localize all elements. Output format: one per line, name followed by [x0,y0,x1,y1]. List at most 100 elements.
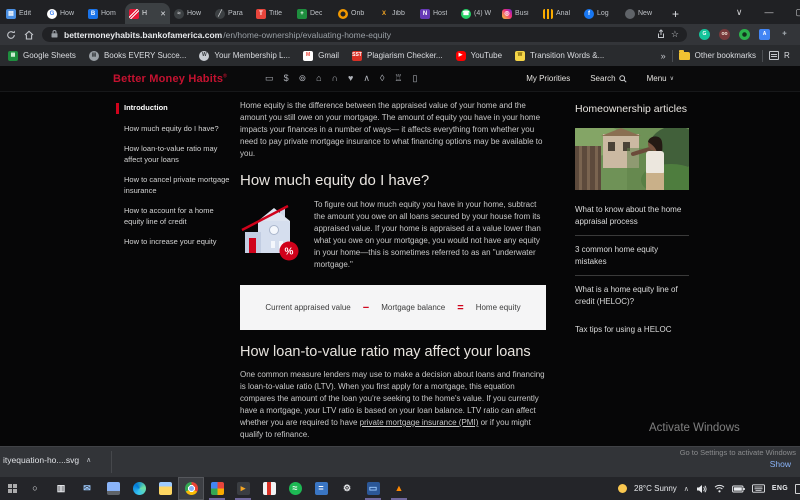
tab-close-icon[interactable]: ✕ [160,10,166,18]
weather-sun-icon[interactable] [618,484,627,493]
sidebar-article-link[interactable]: What to know about the home appraisal pr… [575,196,689,236]
graduation-cap-icon[interactable]: ∧ [363,74,370,83]
green-extension-icon[interactable] [739,29,750,40]
browser-tab[interactable]: Anal [539,3,580,24]
keyboard-icon[interactable] [752,484,765,493]
pmi-link[interactable]: private mortgage insurance (PMI) [360,418,479,427]
bookmark-item[interactable]: M Gmail [303,51,339,61]
maximize-button[interactable]: ▢ [795,7,800,18]
extensions-puzzle-icon[interactable]: ✚ [779,29,790,40]
browser-tab[interactable]: ≈ How [170,3,211,24]
toc-item[interactable]: How loan-to-value ratio may affect your … [116,144,230,165]
taskbar-app[interactable]: ○ [22,477,48,500]
toc-item[interactable]: How to increase your equity [116,237,230,248]
bookmark-item[interactable]: W Your Membership L... [199,51,290,61]
hand-heart-icon[interactable]: ♥ [348,74,353,83]
taskbar-app[interactable]: ▥ [48,477,74,500]
taskbar-app[interactable] [204,477,230,500]
home-icon[interactable] [24,30,34,40]
sidebar-article-link[interactable]: What is a home equity line of credit (HE… [575,276,689,315]
mail-icon: ✉ [81,482,94,495]
taskbar-app[interactable] [178,477,204,500]
translate-icon[interactable]: A [759,29,770,40]
browser-tab[interactable]: N Host [416,3,457,24]
browser-tab[interactable]: T Title [252,3,293,24]
taskbar-app[interactable] [256,477,282,500]
taskbar-app[interactable]: ▭ [360,477,386,500]
battery-icon[interactable] [732,485,745,493]
document-icon[interactable]: ▯ [413,74,418,83]
browser-tab[interactable]: f Log [580,3,621,24]
browser-tab[interactable]: + Dec [293,3,334,24]
taskbar-app[interactable] [100,477,126,500]
browser-tab[interactable]: H ✕ [125,3,170,24]
pencil-icon: ╱ [215,9,225,19]
browser-tab[interactable]: ╱ Para [211,3,252,24]
wifi-icon[interactable] [714,484,725,493]
toc-item[interactable]: How to cancel private mortgage insurance [116,175,230,196]
browser-tab[interactable]: New [621,3,662,24]
toc-item[interactable]: Introduction [116,103,230,114]
shield-icon[interactable]: ◊ [380,74,384,83]
grammarly-icon[interactable]: G [699,29,710,40]
start-button[interactable] [2,477,22,500]
browser-tab[interactable]: Onb [334,3,375,24]
taskbar-app[interactable] [126,477,152,500]
bookmark-star-icon[interactable]: ☆ [671,29,679,40]
extensions-row: Goo A ✚ [699,29,790,40]
mask-extension-icon[interactable]: oo [719,29,730,40]
home-icon[interactable]: ⌂ [316,74,321,83]
touch-keyboard-icon[interactable] [795,484,800,494]
bookmark-item[interactable]: ▦ Google Sheets [8,51,76,61]
taskbar-app[interactable]: ▲ [386,477,412,500]
toc-item[interactable]: How to account for a home equity line of… [116,206,230,227]
reload-icon[interactable] [6,30,16,40]
bookmarks-overflow-chevron[interactable]: » [661,51,666,61]
taskbar-app[interactable]: ≈ [282,477,308,500]
downloaded-file[interactable]: ityequation-ho....svg ∧ [3,455,91,465]
dollar-icon[interactable]: $ [284,74,289,83]
browser-tab[interactable]: B Hom [84,3,125,24]
taskbar-app[interactable]: = [308,477,334,500]
taskbar-app[interactable] [152,477,178,500]
article-photo[interactable] [575,128,689,190]
hidden-icons-chevron[interactable]: ∧ [684,485,689,493]
browser-tab[interactable]: ◎ Busi [498,3,539,24]
tab-search-chevron-icon[interactable]: ∨ [736,7,743,18]
toc-item[interactable]: How much equity do I have? [116,124,230,135]
taskbar-app[interactable]: ▸ [230,477,256,500]
sidebar-article-link[interactable]: 3 common home equity mistakes [575,236,689,276]
my-priorities-link[interactable]: My Priorities [526,74,570,83]
browser-tab[interactable]: ▤ Edit [2,3,43,24]
reading-list[interactable]: R [769,51,792,60]
browser-tab[interactable]: X Jibb [375,3,416,24]
search-button[interactable]: Search [590,74,626,83]
sidebar-article-link[interactable]: Tax tips for using a HELOC [575,316,689,344]
article-body: Home equity is the difference between th… [240,100,546,446]
language-indicator[interactable]: ENG [772,485,788,492]
credit-card-icon[interactable]: ▭ [265,74,274,83]
bookmark-item[interactable]: SST Plagiarism Checker... [352,51,443,61]
bookmark-item[interactable]: ▤ Books EVERY Succe... [89,51,186,61]
piggy-bank-icon[interactable]: ⊚ [299,74,307,83]
show-all-downloads-button[interactable]: Show [770,459,791,469]
minimize-button[interactable]: — [764,7,773,17]
bank-icon[interactable]: ♖ [394,74,402,83]
new-tab-button[interactable]: + [672,7,679,21]
bookmark-item[interactable]: ▶ YouTube [456,51,502,61]
download-caret-icon[interactable]: ∧ [86,456,91,464]
site-logo[interactable]: Better Money Habits® [113,73,227,85]
menu-button[interactable]: Menu ∨ [647,74,674,83]
share-icon[interactable] [656,29,666,41]
browser-tab[interactable]: G How [43,3,84,24]
other-bookmarks[interactable]: Other bookmarks [679,51,756,60]
taskbar-app[interactable]: ⚙ [334,477,360,500]
gmail-icon: M [303,51,313,61]
bookmark-item[interactable]: W Transition Words &... [515,51,604,61]
speaker-icon[interactable] [696,484,707,494]
weather-text[interactable]: 28°C Sunny [634,484,677,493]
browser-tab[interactable]: ☎ (4) W [457,3,498,24]
url-bar[interactable]: bettermoneyhabits.bankofamerica.com/en/h… [42,27,687,42]
headphones-icon[interactable]: ∩ [332,74,338,83]
taskbar-app[interactable]: ✉ [74,477,100,500]
